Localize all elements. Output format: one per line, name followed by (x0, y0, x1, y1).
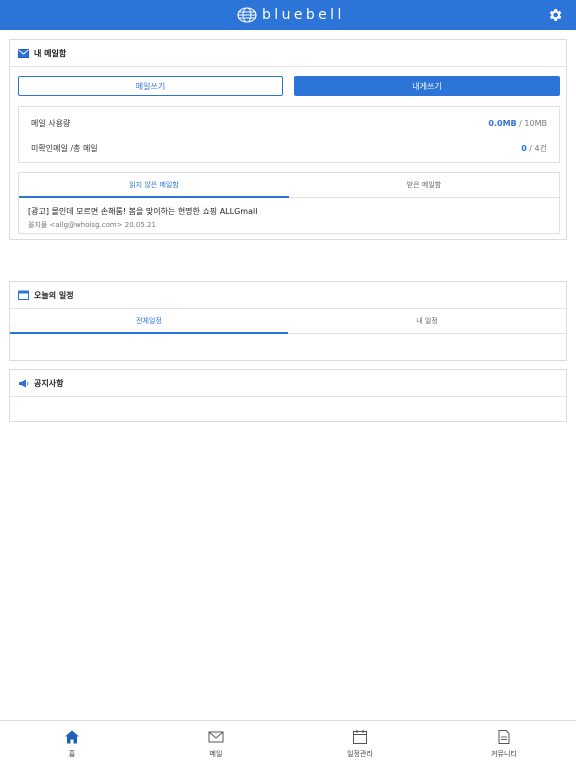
calendar-icon (353, 730, 367, 744)
mailbox-title: 내 메일함 (34, 48, 67, 58)
top-bar: bluebell (0, 0, 576, 30)
mail-usage-panel: 메일 사용량 0.0MB / 10MB 미확인메일 /총 메일 0 / 4건 (18, 106, 560, 163)
usage-used: 0.0MB (488, 118, 517, 128)
usage-label: 메일 사용량 (31, 118, 71, 128)
home-icon (65, 730, 79, 744)
usage-total: / 10MB (516, 118, 547, 128)
mailbox-header: 내 메일함 (10, 40, 566, 67)
tab-inbox[interactable]: 받은 메일함 (289, 173, 559, 197)
nav-home[interactable]: 홈 (0, 721, 144, 768)
brand-name: bluebell (262, 7, 345, 23)
mail-icon (208, 731, 224, 743)
mailbox-card: 내 메일함 메일쓰기 내게쓰기 메일 사용량 0.0MB / 10MB 미확인메… (9, 39, 567, 240)
unread-value: 0 / 4건 (521, 143, 547, 154)
globe-icon (237, 7, 257, 23)
unread-label: 미확인메일 /총 메일 (31, 143, 98, 153)
nav-mail[interactable]: 메일 (144, 721, 288, 768)
mail-action-buttons: 메일쓰기 내게쓰기 (18, 76, 560, 96)
document-icon (498, 730, 510, 744)
schedule-title: 오늘의 일정 (34, 290, 74, 300)
megaphone-icon (19, 379, 29, 387)
nav-label: 메일 (209, 750, 223, 758)
notice-header: 공지사항 (10, 370, 566, 397)
nav-label: 커뮤니티 (491, 750, 517, 758)
bottom-nav: 홈 메일 일정관리 커뮤니티 (0, 720, 576, 768)
mail-tabs-panel: 읽지 않은 메일함 받은 메일함 [광고] 몰인데 모르면 손해룸! 봄을 맞이… (18, 172, 560, 234)
schedule-header: 오늘의 일정 (10, 282, 566, 309)
total-count: / 4건 (526, 143, 547, 153)
mail-sender: 올지몰 <allg@whoisg.com> 20.05.21 (28, 221, 156, 229)
notice-title: 공지사항 (34, 378, 64, 388)
notice-card: 공지사항 (9, 369, 567, 422)
nav-label: 홈 (68, 750, 76, 758)
calendar-icon (18, 290, 29, 300)
gear-icon[interactable] (547, 7, 563, 23)
tab-unread-mail[interactable]: 읽지 않은 메일함 (19, 173, 289, 198)
nav-label: 일정관리 (347, 750, 373, 758)
unread-row: 미확인메일 /총 메일 0 / 4건 (31, 142, 547, 154)
main-content: 내 메일함 메일쓰기 내게쓰기 메일 사용량 0.0MB / 10MB 미확인메… (0, 30, 576, 720)
nav-schedule[interactable]: 일정관리 (288, 721, 432, 768)
usage-row: 메일 사용량 0.0MB / 10MB (31, 117, 547, 129)
schedule-card: 오늘의 일정 전체일정 내 일정 (9, 281, 567, 361)
write-mail-button[interactable]: 메일쓰기 (18, 76, 283, 96)
tab-all-schedule[interactable]: 전체일정 (10, 309, 288, 334)
list-item[interactable]: [광고] 몰인데 모르면 손해룸! 봄을 맞이하는 현명한 쇼핑 ALLGmal… (28, 206, 550, 230)
schedule-tabs: 전체일정 내 일정 (10, 309, 566, 334)
write-to-self-button[interactable]: 내게쓰기 (294, 76, 560, 96)
logo[interactable]: bluebell (237, 4, 345, 26)
mail-subject: [광고] 몰인데 모르면 손해룸! 봄을 맞이하는 현명한 쇼핑 ALLGmal… (28, 207, 258, 216)
mail-tabs: 읽지 않은 메일함 받은 메일함 (19, 173, 559, 198)
envelope-icon (18, 48, 29, 58)
nav-community[interactable]: 커뮤니티 (432, 721, 576, 768)
tab-my-schedule[interactable]: 내 일정 (288, 309, 566, 333)
usage-value: 0.0MB / 10MB (488, 119, 547, 128)
